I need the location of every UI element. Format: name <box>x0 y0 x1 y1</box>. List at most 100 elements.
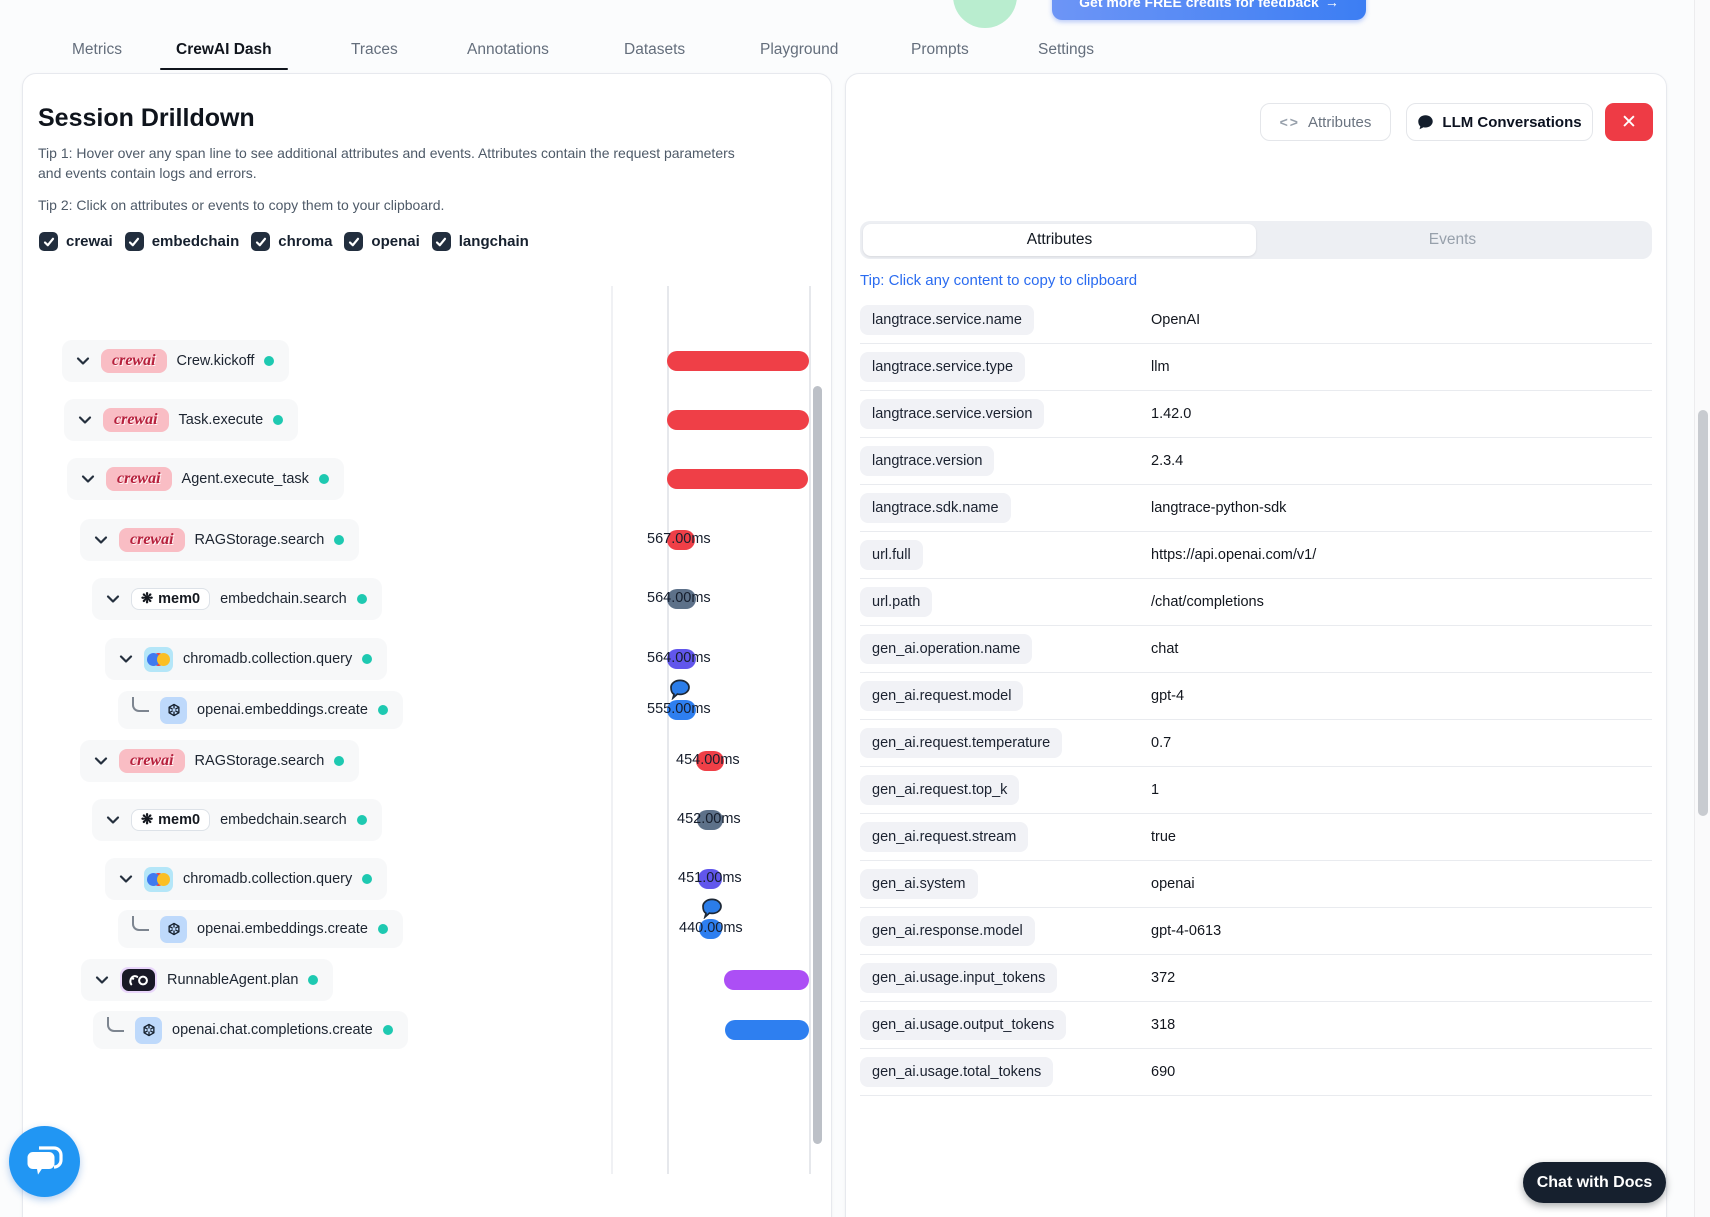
attribute-value[interactable]: true <box>1151 829 1176 845</box>
details-tab-attributes[interactable]: Attributes <box>863 224 1256 256</box>
attribute-key[interactable]: gen_ai.usage.input_tokens <box>860 962 1058 993</box>
span-row-runnableagent-plan[interactable]: RunnableAgent.plan <box>81 959 334 1001</box>
attribute-row[interactable]: langtrace.sdk.name langtrace-python-sdk <box>860 484 1652 532</box>
filter-langchain[interactable]: langchain <box>431 232 529 251</box>
span-duration-bar[interactable] <box>724 970 809 990</box>
llm-conversations-button[interactable]: LLM Conversations <box>1406 103 1593 141</box>
attribute-key[interactable]: langtrace.service.version <box>860 398 1045 429</box>
filter-chroma[interactable]: chroma <box>251 232 332 251</box>
chevron-down-icon[interactable] <box>80 471 96 487</box>
attribute-row[interactable]: gen_ai.response.model gpt-4-0613 <box>860 907 1652 955</box>
chat-widget-button[interactable] <box>9 1126 80 1197</box>
attribute-value[interactable]: gpt-4 <box>1151 688 1184 704</box>
checkbox-checked-icon[interactable] <box>251 232 271 251</box>
attribute-key[interactable]: url.full <box>860 539 923 570</box>
chevron-down-icon[interactable] <box>118 651 134 667</box>
attribute-key[interactable]: gen_ai.response.model <box>860 915 1035 946</box>
copy-tip[interactable]: Tip: Click any content to copy to clipbo… <box>860 272 1137 289</box>
span-duration-bar[interactable] <box>667 351 809 371</box>
span-row-embedchain-search[interactable]: ❋ mem0 embedchain.search <box>92 578 382 620</box>
attribute-value[interactable]: 1.42.0 <box>1151 406 1191 422</box>
span-row-embedchain-search[interactable]: ❋ mem0 embedchain.search <box>92 799 382 841</box>
attribute-row[interactable]: gen_ai.request.top_k 1 <box>860 766 1652 814</box>
attribute-row[interactable]: gen_ai.request.temperature 0.7 <box>860 719 1652 767</box>
tab-playground[interactable]: Playground <box>744 34 854 66</box>
attribute-row[interactable]: gen_ai.usage.output_tokens 318 <box>860 1001 1652 1049</box>
chat-with-docs-button[interactable]: Chat with Docs <box>1523 1162 1666 1203</box>
span-row-ragstorage-search[interactable]: crewai RAGStorage.search <box>80 519 360 561</box>
attribute-row[interactable]: gen_ai.usage.input_tokens 372 <box>860 954 1652 1002</box>
attribute-key[interactable]: langtrace.service.type <box>860 351 1026 382</box>
attribute-row[interactable]: langtrace.service.type llm <box>860 343 1652 391</box>
span-duration-bar[interactable] <box>725 1020 809 1040</box>
attribute-row[interactable]: gen_ai.operation.name chat <box>860 625 1652 673</box>
attribute-key[interactable]: gen_ai.request.temperature <box>860 727 1063 758</box>
attribute-key[interactable]: gen_ai.request.model <box>860 680 1024 711</box>
span-row-chromadb-collection-query[interactable]: chromadb.collection.query <box>105 858 388 900</box>
checkbox-checked-icon[interactable] <box>344 232 364 251</box>
span-row-openai-chat-completions-create[interactable]: openai.chat.completions.create <box>93 1011 408 1049</box>
attribute-key[interactable]: gen_ai.usage.output_tokens <box>860 1009 1067 1040</box>
attribute-value[interactable]: llm <box>1151 359 1170 375</box>
span-row-task-execute[interactable]: crewai Task.execute <box>64 399 299 441</box>
chevron-down-icon[interactable] <box>75 353 91 369</box>
chevron-down-icon[interactable] <box>105 591 121 607</box>
checkbox-checked-icon[interactable] <box>124 232 144 251</box>
attribute-key[interactable]: langtrace.sdk.name <box>860 492 1011 523</box>
details-tab-events[interactable]: Events <box>1256 224 1649 256</box>
attribute-key[interactable]: gen_ai.operation.name <box>860 633 1033 664</box>
filter-crewai[interactable]: crewai <box>39 232 113 251</box>
get-credits-button[interactable]: Get more FREE credits for feedback → <box>1052 0 1366 20</box>
filter-openai[interactable]: openai <box>344 232 420 251</box>
attribute-value[interactable]: 318 <box>1151 1017 1175 1033</box>
page-scrollbar-thumb[interactable] <box>1698 410 1708 816</box>
chevron-down-icon[interactable] <box>105 812 121 828</box>
attribute-key[interactable]: gen_ai.request.top_k <box>860 774 1020 805</box>
attribute-key[interactable]: gen_ai.request.stream <box>860 821 1029 852</box>
attribute-row[interactable]: langtrace.service.name OpenAI <box>860 296 1652 344</box>
attribute-value[interactable]: 690 <box>1151 1064 1175 1080</box>
close-button[interactable]: ✕ <box>1605 103 1653 141</box>
tab-traces[interactable]: Traces <box>335 34 414 66</box>
chevron-down-icon[interactable] <box>77 412 93 428</box>
checkbox-checked-icon[interactable] <box>39 232 58 251</box>
chevron-down-icon[interactable] <box>93 753 109 769</box>
attribute-key[interactable]: langtrace.version <box>860 445 995 476</box>
tab-crewai-dash[interactable]: CrewAI Dash <box>160 34 288 70</box>
attribute-value[interactable]: 1 <box>1151 782 1159 798</box>
attribute-value[interactable]: 0.7 <box>1151 735 1171 751</box>
attribute-key[interactable]: gen_ai.usage.total_tokens <box>860 1056 1054 1087</box>
attribute-key[interactable]: gen_ai.system <box>860 868 978 899</box>
tab-annotations[interactable]: Annotations <box>451 34 565 66</box>
llm-span-bubble-icon[interactable] <box>669 679 691 705</box>
attribute-value[interactable]: /chat/completions <box>1151 594 1264 610</box>
attribute-value[interactable]: 372 <box>1151 970 1175 986</box>
llm-span-bubble-icon[interactable] <box>701 898 723 924</box>
trace-scrollbar-thumb[interactable] <box>813 386 822 1144</box>
attribute-value[interactable]: 2.3.4 <box>1151 453 1183 469</box>
attribute-key[interactable]: url.path <box>860 586 933 617</box>
span-row-chromadb-collection-query[interactable]: chromadb.collection.query <box>105 638 388 680</box>
attribute-value[interactable]: https://api.openai.com/v1/ <box>1151 547 1316 563</box>
attribute-row[interactable]: langtrace.version 2.3.4 <box>860 437 1652 485</box>
attribute-value[interactable]: gpt-4-0613 <box>1151 923 1221 939</box>
attribute-row[interactable]: gen_ai.request.stream true <box>860 813 1652 861</box>
attributes-button[interactable]: <> Attributes <box>1260 103 1391 141</box>
tab-metrics[interactable]: Metrics <box>56 34 138 66</box>
attribute-row[interactable]: url.full https://api.openai.com/v1/ <box>860 531 1652 579</box>
span-row-crew-kickoff[interactable]: crewai Crew.kickoff <box>62 340 290 382</box>
attribute-value[interactable]: langtrace-python-sdk <box>1151 500 1286 516</box>
attribute-row[interactable]: langtrace.service.version 1.42.0 <box>860 390 1652 438</box>
span-row-openai-embeddings-create[interactable]: openai.embeddings.create <box>118 691 403 729</box>
tab-prompts[interactable]: Prompts <box>895 34 985 66</box>
span-duration-bar[interactable] <box>667 469 808 489</box>
attribute-value[interactable]: openai <box>1151 876 1195 892</box>
chevron-down-icon[interactable] <box>94 972 110 988</box>
attribute-row[interactable]: url.path/chat/completions <box>860 578 1652 626</box>
tab-datasets[interactable]: Datasets <box>608 34 701 66</box>
chevron-down-icon[interactable] <box>118 871 134 887</box>
span-row-agent-execute-task[interactable]: crewai Agent.execute_task <box>67 458 344 500</box>
filter-embedchain[interactable]: embedchain <box>124 232 239 251</box>
avatar[interactable] <box>953 0 1017 28</box>
attribute-value[interactable]: chat <box>1151 641 1178 657</box>
